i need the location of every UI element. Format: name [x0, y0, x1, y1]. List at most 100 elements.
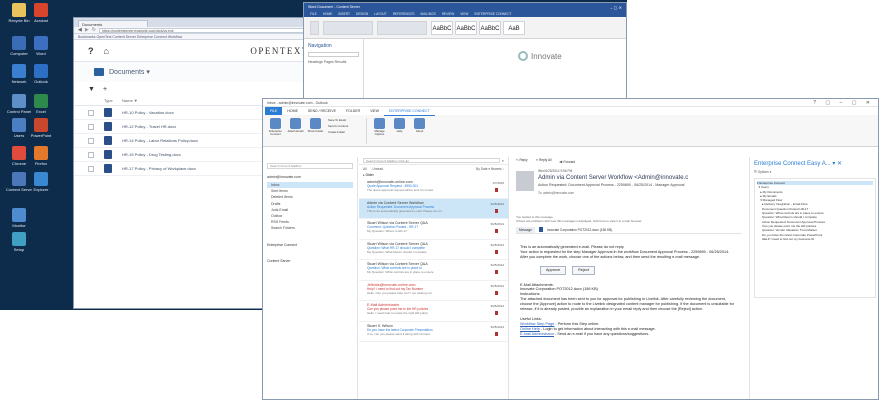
- desktop-icon[interactable]: Monitor: [6, 208, 32, 228]
- document-name[interactable]: HR-14 Policy - Labor Relations Policy.do…: [122, 138, 198, 143]
- workflow-step-link[interactable]: Workflow Step Page: [520, 322, 554, 326]
- flag-icon[interactable]: [495, 249, 498, 254]
- info-display[interactable]: If there are problems with how this mess…: [516, 219, 742, 223]
- browser-tab[interactable]: Documents: [78, 20, 148, 27]
- font-button[interactable]: [323, 20, 373, 35]
- forward-icon[interactable]: ▶: [85, 27, 89, 33]
- flag-icon[interactable]: [495, 208, 498, 213]
- filter-all[interactable]: All: [363, 167, 367, 171]
- filter-unread[interactable]: Unread: [373, 167, 383, 171]
- ribbon-mini-button[interactable]: Save To Email: [328, 118, 362, 122]
- ribbon-tab-folder[interactable]: FOLDER: [341, 107, 365, 115]
- reload-icon[interactable]: ↻: [92, 27, 96, 33]
- document-name[interactable]: HR-15 Policy - Drug Testing.docx: [122, 152, 181, 157]
- row-checkbox[interactable]: [88, 137, 94, 144]
- reject-button[interactable]: Reject: [572, 265, 595, 275]
- message-sender[interactable]: Admin via Content Server Workflow <Admin…: [538, 175, 742, 181]
- attachment-file[interactable]: Innovate Corporation POT2012.docx (156 K…: [547, 228, 612, 232]
- desktop-icon[interactable]: Word: [28, 36, 54, 56]
- reading-action-button[interactable]: ⮕ Forward: [559, 159, 575, 164]
- ribbon-mini-button[interactable]: Send to Content: [328, 124, 362, 128]
- style-swatch[interactable]: AaBbC: [431, 20, 453, 35]
- paste-button[interactable]: [310, 20, 319, 35]
- ribbon-tab-enterprise-connect[interactable]: ENTERPRISE CONNECT: [384, 107, 435, 116]
- sort-control[interactable]: By Date ▾ Newest ↓: [476, 167, 504, 171]
- row-checkbox[interactable]: [88, 109, 94, 116]
- home-icon[interactable]: ⌂: [104, 46, 109, 56]
- desktop-icon[interactable]: Outlook: [28, 64, 54, 84]
- add-icon[interactable]: +: [103, 86, 107, 93]
- ribbon-tab-home[interactable]: HOME: [282, 107, 303, 115]
- message-item[interactable]: admin@innovate-online.com Quote Approval …: [359, 178, 508, 199]
- message-item[interactable]: Stuart Wilson via Content Server Q&A Ques…: [359, 260, 508, 281]
- row-checkbox[interactable]: [88, 151, 94, 158]
- folder-title[interactable]: Documents ▾: [109, 68, 150, 76]
- message-search-input[interactable]: Search Current Mailbox (Ctrl+E): [363, 158, 500, 163]
- reading-action-button[interactable]: ⮌ Reply: [516, 158, 528, 164]
- navigation-search[interactable]: [308, 52, 359, 57]
- flag-icon[interactable]: [495, 331, 498, 336]
- message-item[interactable]: Admin via Content Server Workflow Action …: [359, 198, 508, 219]
- flag-icon[interactable]: [495, 290, 498, 295]
- style-swatch[interactable]: AaB: [503, 20, 525, 35]
- style-swatch[interactable]: AaBbC: [479, 20, 501, 35]
- ribbon-tab-view[interactable]: VIEW: [365, 107, 384, 115]
- folder-item[interactable]: Search Folders: [267, 225, 353, 231]
- column-name[interactable]: Name ▼: [122, 98, 138, 103]
- email-admin-link[interactable]: E-mail Administrator: [520, 332, 554, 336]
- desktop-icon[interactable]: Firefox: [28, 146, 54, 166]
- desktop-icon[interactable]: Excel: [28, 94, 54, 114]
- search-icon[interactable]: ⌕: [502, 158, 504, 163]
- message-item[interactable]: E-Mail Administrator Can you please point…: [359, 301, 508, 322]
- message-recipient[interactable]: To: admin@innovate.com: [538, 191, 742, 195]
- column-type[interactable]: Type: [104, 98, 122, 103]
- reading-action-button[interactable]: ⮌ Reply All: [536, 158, 552, 164]
- ribbon-button[interactable]: Attach Email: [287, 118, 304, 136]
- document-name[interactable]: HR-10 Policy - Vacation.docx: [122, 110, 174, 115]
- online-help-link[interactable]: Online Help: [520, 327, 540, 331]
- flag-icon[interactable]: [495, 311, 498, 315]
- row-checkbox[interactable]: [88, 165, 94, 172]
- ribbon-button[interactable]: Manage Options: [371, 118, 388, 136]
- ribbon-button[interactable]: Help: [391, 118, 408, 136]
- desktop-icon[interactable]: Setup: [6, 232, 32, 252]
- flag-icon[interactable]: [495, 270, 498, 274]
- message-item[interactable]: Jeffords@innovate-online.com Help? I need…: [359, 281, 508, 301]
- ribbon-tab-file[interactable]: FILE: [265, 107, 283, 115]
- folder-group-enterprise-connect[interactable]: Enterprise Connect: [267, 242, 353, 248]
- ribbon-button[interactable]: Show Folder: [307, 118, 324, 136]
- window-controls[interactable]: – ▢ ✕: [610, 5, 622, 10]
- folder-search[interactable]: Search Current Mailbox: [267, 163, 353, 169]
- window-controls[interactable]: ? ▢ – ▢ ✕: [813, 100, 874, 106]
- desktop-icon[interactable]: Explorer: [28, 172, 54, 192]
- account-name[interactable]: admin@innovate.com: [267, 175, 353, 179]
- folder-group-content-server[interactable]: Content Server: [267, 258, 353, 264]
- ribbon-mini-button[interactable]: Create Folder: [328, 130, 362, 134]
- approve-button[interactable]: Approve: [540, 265, 567, 275]
- ribbon-tab-send-receive[interactable]: SEND / RECEIVE: [303, 107, 341, 115]
- paragraph-button[interactable]: [377, 20, 427, 35]
- tree-node[interactable]: HELP I need to find out my business ID: [757, 237, 873, 241]
- style-swatch[interactable]: AaBbC: [455, 20, 477, 35]
- back-icon[interactable]: ◀: [78, 27, 82, 33]
- message-tab[interactable]: Message: [516, 226, 535, 233]
- navigation-tabs[interactable]: Headings Pages Results: [308, 60, 359, 64]
- message-item[interactable]: Stuart Wilson via Content Server Q&A Comm…: [359, 219, 508, 240]
- ribbon-button[interactable]: Enterprise Connect: [267, 118, 284, 136]
- document-page[interactable]: Innovate: [368, 43, 622, 103]
- row-checkbox[interactable]: [88, 123, 94, 130]
- document-name[interactable]: HR-17 Policy - Privacy of Workplace.docx: [122, 166, 196, 171]
- attachments-file[interactable]: Innovate Corporation POT2012.docx (156 K…: [520, 287, 598, 291]
- message-item[interactable]: Stuart S. Wilson Do you have the latest C…: [359, 322, 508, 342]
- help-icon[interactable]: ?: [88, 46, 94, 56]
- flag-icon[interactable]: [495, 229, 498, 233]
- filter-icon[interactable]: ▼: [88, 86, 95, 93]
- desktop-icon[interactable]: PowerPoint: [28, 118, 54, 138]
- desktop-icon[interactable]: Acrobat: [28, 3, 54, 23]
- flag-icon[interactable]: [495, 188, 498, 192]
- enterprise-connect-options[interactable]: ☰ Options ▾: [754, 170, 876, 174]
- message-item[interactable]: Stuart Wilson via Content Server Q&A Ques…: [359, 240, 508, 260]
- address-input[interactable]: https://contentserver.example.com/otcs/c…: [98, 27, 323, 33]
- ribbon-button[interactable]: About: [411, 118, 428, 136]
- document-name[interactable]: HR-12 Policy - Travel HR.docx: [122, 124, 176, 129]
